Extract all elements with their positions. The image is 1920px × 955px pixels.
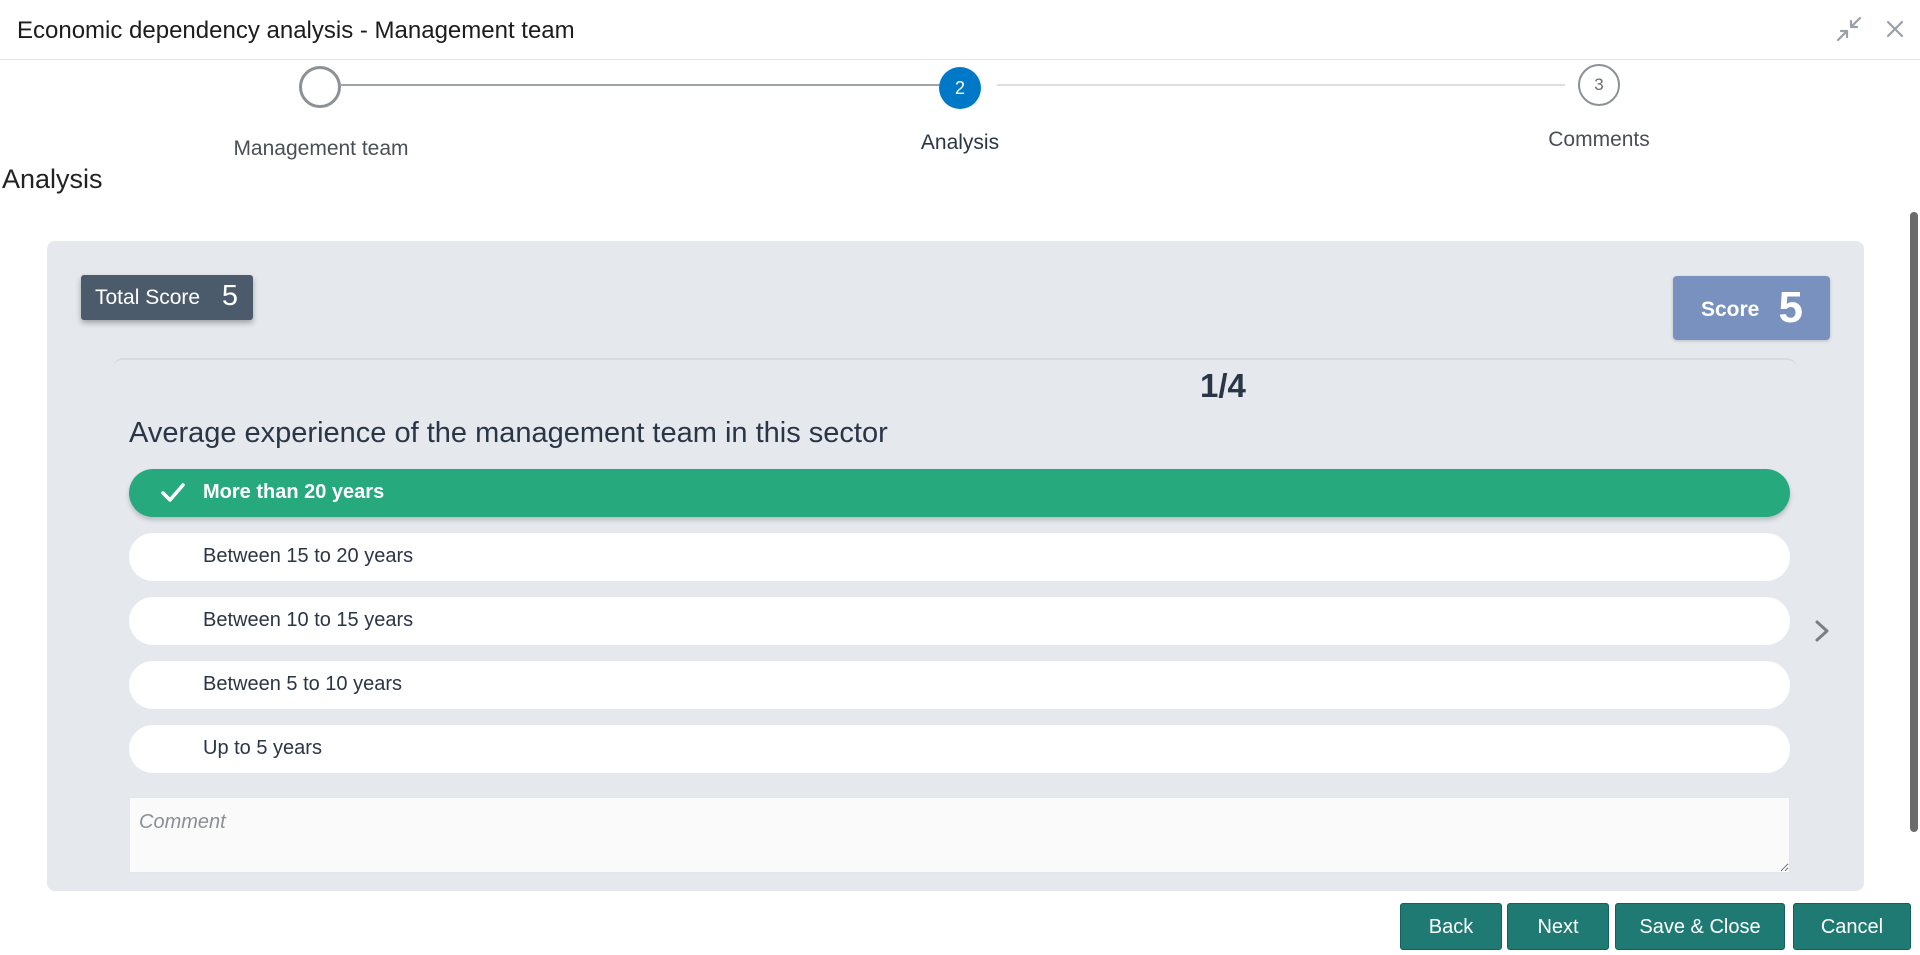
section-title: Analysis [2,164,103,194]
step-3-circle[interactable]: 3 [1578,64,1620,106]
option-label: Between 10 to 15 years [203,609,414,631]
total-score-badge: Total Score 5 [81,275,253,320]
collapse-arrows-icon[interactable] [1834,14,1864,44]
step-3-label[interactable]: Comments [1469,128,1729,152]
check-icon [160,481,186,505]
step-1-circle[interactable] [299,66,341,108]
question-text: Average experience of the management tea… [129,417,888,449]
option-5-to-10-years[interactable]: Between 5 to 10 years [129,661,1790,709]
question-score-badge: Score 5 [1673,276,1830,340]
option-label: Between 15 to 20 years [203,545,414,567]
total-score-value: 5 [221,280,238,312]
step-2-label[interactable]: Analysis [830,131,1090,155]
scrollbar[interactable] [1910,212,1918,832]
save-close-button[interactable]: Save & Close [1615,903,1785,950]
option-10-to-15-years[interactable]: Between 10 to 15 years [129,597,1790,645]
comment-field[interactable] [129,797,1790,873]
option-more-than-20-years[interactable]: More than 20 years [129,469,1790,517]
cancel-button[interactable]: Cancel [1793,903,1911,950]
option-label: Up to 5 years [203,737,322,759]
option-15-to-20-years[interactable]: Between 15 to 20 years [129,533,1790,581]
chevron-right-icon[interactable] [1808,617,1836,645]
score-label: Score [1701,298,1760,321]
question-card-edge [113,358,1797,370]
dialog-header: Economic dependency analysis - Managemen… [0,0,1920,60]
stepper-line-completed [341,84,941,86]
option-up-to-5-years[interactable]: Up to 5 years [129,725,1790,773]
total-score-label: Total Score [95,286,201,309]
score-value: 5 [1778,283,1803,332]
dialog-title: Economic dependency analysis - Managemen… [17,17,575,44]
next-button[interactable]: Next [1507,903,1609,950]
stepper-line-pending [997,84,1565,86]
back-button[interactable]: Back [1400,903,1502,950]
close-icon[interactable] [1880,14,1910,44]
option-label: Between 5 to 10 years [203,673,403,695]
option-label: More than 20 years [203,481,385,503]
step-1-label[interactable]: Management team [191,137,451,161]
question-pager: 1/4 [1200,367,1246,404]
step-2-circle[interactable]: 2 [939,67,981,109]
